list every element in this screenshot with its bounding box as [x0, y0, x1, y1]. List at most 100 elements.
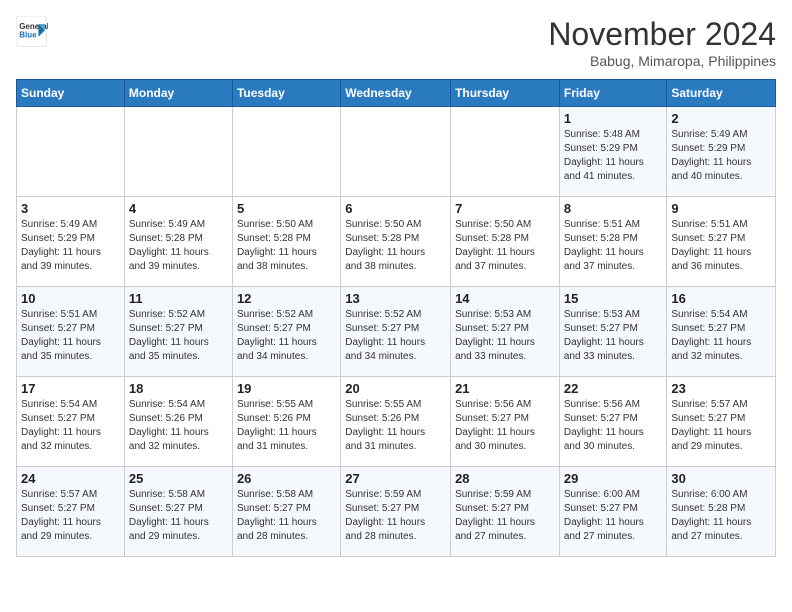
- day-number: 26: [237, 471, 336, 486]
- calendar-cell: 10 Sunrise: 5:51 AM Sunset: 5:27 PM Dayli…: [17, 287, 125, 377]
- calendar-table: SundayMondayTuesdayWednesdayThursdayFrid…: [16, 79, 776, 557]
- day-detail: Sunrise: 5:51 AM Sunset: 5:27 PM Dayligh…: [671, 218, 771, 274]
- calendar-cell: 11Sunrise: 5:52 AM Sunset: 5:27 PM Dayli…: [124, 287, 232, 377]
- day-number: 28: [455, 471, 555, 486]
- location: Babug, Mimaropa, Philippines: [548, 53, 776, 69]
- day-detail: Sunrise: 5:51 AM Sunset: 5:28 PM Dayligh…: [564, 218, 663, 274]
- calendar-cell: 24 Sunrise: 5:57 AM Sunset: 5:27 PM Dayli…: [17, 467, 125, 557]
- day-number: 27: [345, 471, 446, 486]
- day-number: 14: [455, 291, 555, 306]
- day-number: 13: [345, 291, 446, 306]
- header-day: Wednesday: [341, 80, 451, 107]
- calendar-week-row: 3Sunrise: 5:49 AM Sunset: 5:29 PM Daylig…: [17, 197, 776, 287]
- day-detail: Sunrise: 5:48 AM Sunset: 5:29 PM Dayligh…: [564, 128, 663, 184]
- day-detail: Sunrise: 5:50 AM Sunset: 5:28 PM Dayligh…: [345, 218, 446, 274]
- svg-text:Blue: Blue: [19, 31, 37, 40]
- day-number: 30: [671, 471, 771, 486]
- day-detail: Sunrise: 5:57 AM Sunset: 5:27 PM Dayligh…: [21, 488, 120, 544]
- day-number: 12: [237, 291, 336, 306]
- calendar-cell: 13Sunrise: 5:52 AM Sunset: 5:27 PM Dayli…: [341, 287, 451, 377]
- day-detail: Sunrise: 5:58 AM Sunset: 5:27 PM Dayligh…: [129, 488, 228, 544]
- calendar-cell: [124, 107, 232, 197]
- calendar-cell: 4 Sunrise: 5:49 AM Sunset: 5:28 PM Daylig…: [124, 197, 232, 287]
- day-number: 25: [129, 471, 228, 486]
- calendar-cell: 27 Sunrise: 5:59 AM Sunset: 5:27 PM Dayli…: [341, 467, 451, 557]
- calendar-cell: 29Sunrise: 6:00 AM Sunset: 5:27 PM Dayli…: [559, 467, 667, 557]
- calendar-week-row: 1 Sunrise: 5:48 AM Sunset: 5:29 PM Daylig…: [17, 107, 776, 197]
- day-number: 8: [564, 201, 663, 216]
- page-header: General Blue November 2024 Babug, Mimaro…: [16, 16, 776, 69]
- calendar-week-row: 24 Sunrise: 5:57 AM Sunset: 5:27 PM Dayli…: [17, 467, 776, 557]
- calendar-cell: 2Sunrise: 5:49 AM Sunset: 5:29 PM Daylig…: [667, 107, 776, 197]
- day-detail: Sunrise: 5:56 AM Sunset: 5:27 PM Dayligh…: [455, 398, 555, 454]
- calendar-week-row: 17 Sunrise: 5:54 AM Sunset: 5:27 PM Dayli…: [17, 377, 776, 467]
- calendar-cell: 18 Sunrise: 5:54 AM Sunset: 5:26 PM Dayli…: [124, 377, 232, 467]
- day-number: 16: [671, 291, 771, 306]
- calendar-cell: 25 Sunrise: 5:58 AM Sunset: 5:27 PM Dayli…: [124, 467, 232, 557]
- day-detail: Sunrise: 5:56 AM Sunset: 5:27 PM Dayligh…: [564, 398, 663, 454]
- calendar-cell: [232, 107, 340, 197]
- day-number: 24: [21, 471, 120, 486]
- calendar-cell: 1 Sunrise: 5:48 AM Sunset: 5:29 PM Daylig…: [559, 107, 667, 197]
- day-number: 22: [564, 381, 663, 396]
- calendar-cell: 14 Sunrise: 5:53 AM Sunset: 5:27 PM Dayli…: [451, 287, 560, 377]
- day-detail: Sunrise: 5:49 AM Sunset: 5:28 PM Dayligh…: [129, 218, 228, 274]
- day-number: 19: [237, 381, 336, 396]
- title-block: November 2024 Babug, Mimaropa, Philippin…: [548, 16, 776, 69]
- day-detail: Sunrise: 5:53 AM Sunset: 5:27 PM Dayligh…: [455, 308, 555, 364]
- day-number: 4: [129, 201, 228, 216]
- day-number: 10: [21, 291, 120, 306]
- day-number: 21: [455, 381, 555, 396]
- month-title: November 2024: [548, 16, 776, 53]
- day-detail: Sunrise: 5:52 AM Sunset: 5:27 PM Dayligh…: [237, 308, 336, 364]
- day-detail: Sunrise: 5:59 AM Sunset: 5:27 PM Dayligh…: [345, 488, 446, 544]
- logo: General Blue: [16, 16, 48, 48]
- calendar-cell: 21 Sunrise: 5:56 AM Sunset: 5:27 PM Dayli…: [451, 377, 560, 467]
- day-detail: Sunrise: 5:59 AM Sunset: 5:27 PM Dayligh…: [455, 488, 555, 544]
- header-day: Thursday: [451, 80, 560, 107]
- calendar-cell: [341, 107, 451, 197]
- day-number: 17: [21, 381, 120, 396]
- day-detail: Sunrise: 5:55 AM Sunset: 5:26 PM Dayligh…: [345, 398, 446, 454]
- calendar-cell: 30 Sunrise: 6:00 AM Sunset: 5:28 PM Dayli…: [667, 467, 776, 557]
- calendar-cell: 20 Sunrise: 5:55 AM Sunset: 5:26 PM Dayli…: [341, 377, 451, 467]
- day-detail: Sunrise: 5:52 AM Sunset: 5:27 PM Dayligh…: [129, 308, 228, 364]
- day-detail: Sunrise: 5:57 AM Sunset: 5:27 PM Dayligh…: [671, 398, 771, 454]
- calendar-cell: 16 Sunrise: 5:54 AM Sunset: 5:27 PM Dayli…: [667, 287, 776, 377]
- calendar-cell: 12 Sunrise: 5:52 AM Sunset: 5:27 PM Dayli…: [232, 287, 340, 377]
- calendar-cell: 26Sunrise: 5:58 AM Sunset: 5:27 PM Dayli…: [232, 467, 340, 557]
- calendar-cell: 15 Sunrise: 5:53 AM Sunset: 5:27 PM Dayli…: [559, 287, 667, 377]
- calendar-cell: 8 Sunrise: 5:51 AM Sunset: 5:28 PM Daylig…: [559, 197, 667, 287]
- day-detail: Sunrise: 5:53 AM Sunset: 5:27 PM Dayligh…: [564, 308, 663, 364]
- day-number: 20: [345, 381, 446, 396]
- calendar-cell: 17 Sunrise: 5:54 AM Sunset: 5:27 PM Dayli…: [17, 377, 125, 467]
- header-day: Saturday: [667, 80, 776, 107]
- calendar-cell: 23 Sunrise: 5:57 AM Sunset: 5:27 PM Dayli…: [667, 377, 776, 467]
- calendar-cell: 19Sunrise: 5:55 AM Sunset: 5:26 PM Dayli…: [232, 377, 340, 467]
- day-detail: Sunrise: 5:54 AM Sunset: 5:27 PM Dayligh…: [21, 398, 120, 454]
- day-number: 7: [455, 201, 555, 216]
- logo-icon: General Blue: [16, 16, 48, 48]
- calendar-cell: [17, 107, 125, 197]
- header-row: SundayMondayTuesdayWednesdayThursdayFrid…: [17, 80, 776, 107]
- day-detail: Sunrise: 5:54 AM Sunset: 5:27 PM Dayligh…: [671, 308, 771, 364]
- day-number: 1: [564, 111, 663, 126]
- calendar-cell: 3Sunrise: 5:49 AM Sunset: 5:29 PM Daylig…: [17, 197, 125, 287]
- day-number: 15: [564, 291, 663, 306]
- calendar-week-row: 10 Sunrise: 5:51 AM Sunset: 5:27 PM Dayli…: [17, 287, 776, 377]
- header-day: Friday: [559, 80, 667, 107]
- day-detail: Sunrise: 5:54 AM Sunset: 5:26 PM Dayligh…: [129, 398, 228, 454]
- day-detail: Sunrise: 6:00 AM Sunset: 5:28 PM Dayligh…: [671, 488, 771, 544]
- calendar-cell: 28 Sunrise: 5:59 AM Sunset: 5:27 PM Dayli…: [451, 467, 560, 557]
- day-number: 23: [671, 381, 771, 396]
- day-detail: Sunrise: 5:50 AM Sunset: 5:28 PM Dayligh…: [237, 218, 336, 274]
- day-detail: Sunrise: 5:51 AM Sunset: 5:27 PM Dayligh…: [21, 308, 120, 364]
- day-detail: Sunrise: 5:49 AM Sunset: 5:29 PM Dayligh…: [21, 218, 120, 274]
- calendar-cell: 9Sunrise: 5:51 AM Sunset: 5:27 PM Daylig…: [667, 197, 776, 287]
- day-number: 29: [564, 471, 663, 486]
- day-number: 18: [129, 381, 228, 396]
- calendar-cell: 6Sunrise: 5:50 AM Sunset: 5:28 PM Daylig…: [341, 197, 451, 287]
- day-detail: Sunrise: 5:50 AM Sunset: 5:28 PM Dayligh…: [455, 218, 555, 274]
- header-day: Sunday: [17, 80, 125, 107]
- calendar-cell: 7 Sunrise: 5:50 AM Sunset: 5:28 PM Daylig…: [451, 197, 560, 287]
